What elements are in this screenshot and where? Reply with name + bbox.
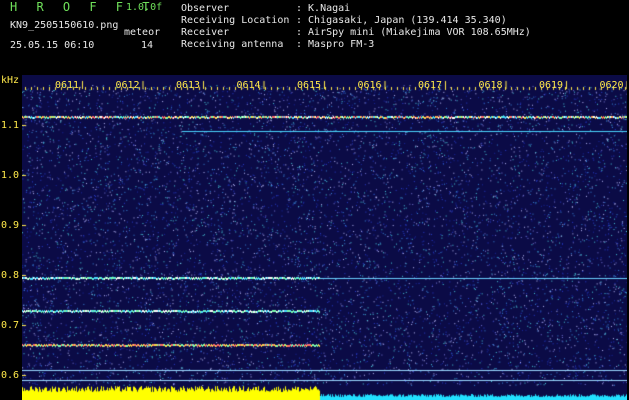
y-tick-label: 1.0 [1,170,20,181]
x-tick-label: 0617 [418,80,443,91]
x-tick-label: 0613 [176,80,201,91]
location-value: : Chigasaki, Japan (139.414 35.340) [296,15,507,26]
antenna-value: : Maspro FM-3 [296,39,375,50]
app-version: 1.0.0f [126,2,163,13]
y-tick-label: 0.9 [1,220,20,231]
y-tick-label: 1.1 [1,120,20,131]
x-tick-label: 0614 [236,80,261,91]
observer-value: : K.Nagai [296,3,351,14]
spectrogram-canvas [22,75,627,400]
x-tick-label: 0616 [357,80,382,91]
observer-label: Observer [181,3,230,14]
y-unit-label: kHz [1,75,20,86]
receiver-value: : AirSpy mini (Miakejima VOR 108.65MHz) [296,27,531,38]
x-tick-label: 0618 [478,80,503,91]
echo-count: 14 [141,40,154,51]
x-tick-label: 0620 [599,80,624,91]
antenna-label: Receiving antenna [181,39,284,50]
datetime-label: 25.05.15 06:10 [10,40,95,51]
x-tick-label: 0611 [55,80,80,91]
image-filename: KN9_2505150610.png [10,20,119,31]
location-label: Receiving Location [181,15,290,26]
x-tick-label: 0615 [297,80,322,91]
x-tick-label: 0612 [115,80,140,91]
detector-label: meteor [124,27,161,38]
x-tick-label: 0619 [539,80,564,91]
y-tick-label: 0.8 [1,270,20,281]
y-tick-label: 0.7 [1,320,20,331]
hrofft-window: H R O F F T 1.0.0f KN9_2505150610.png me… [0,0,629,400]
receiver-label: Receiver [181,27,230,38]
y-tick-label: 0.6 [1,370,20,381]
